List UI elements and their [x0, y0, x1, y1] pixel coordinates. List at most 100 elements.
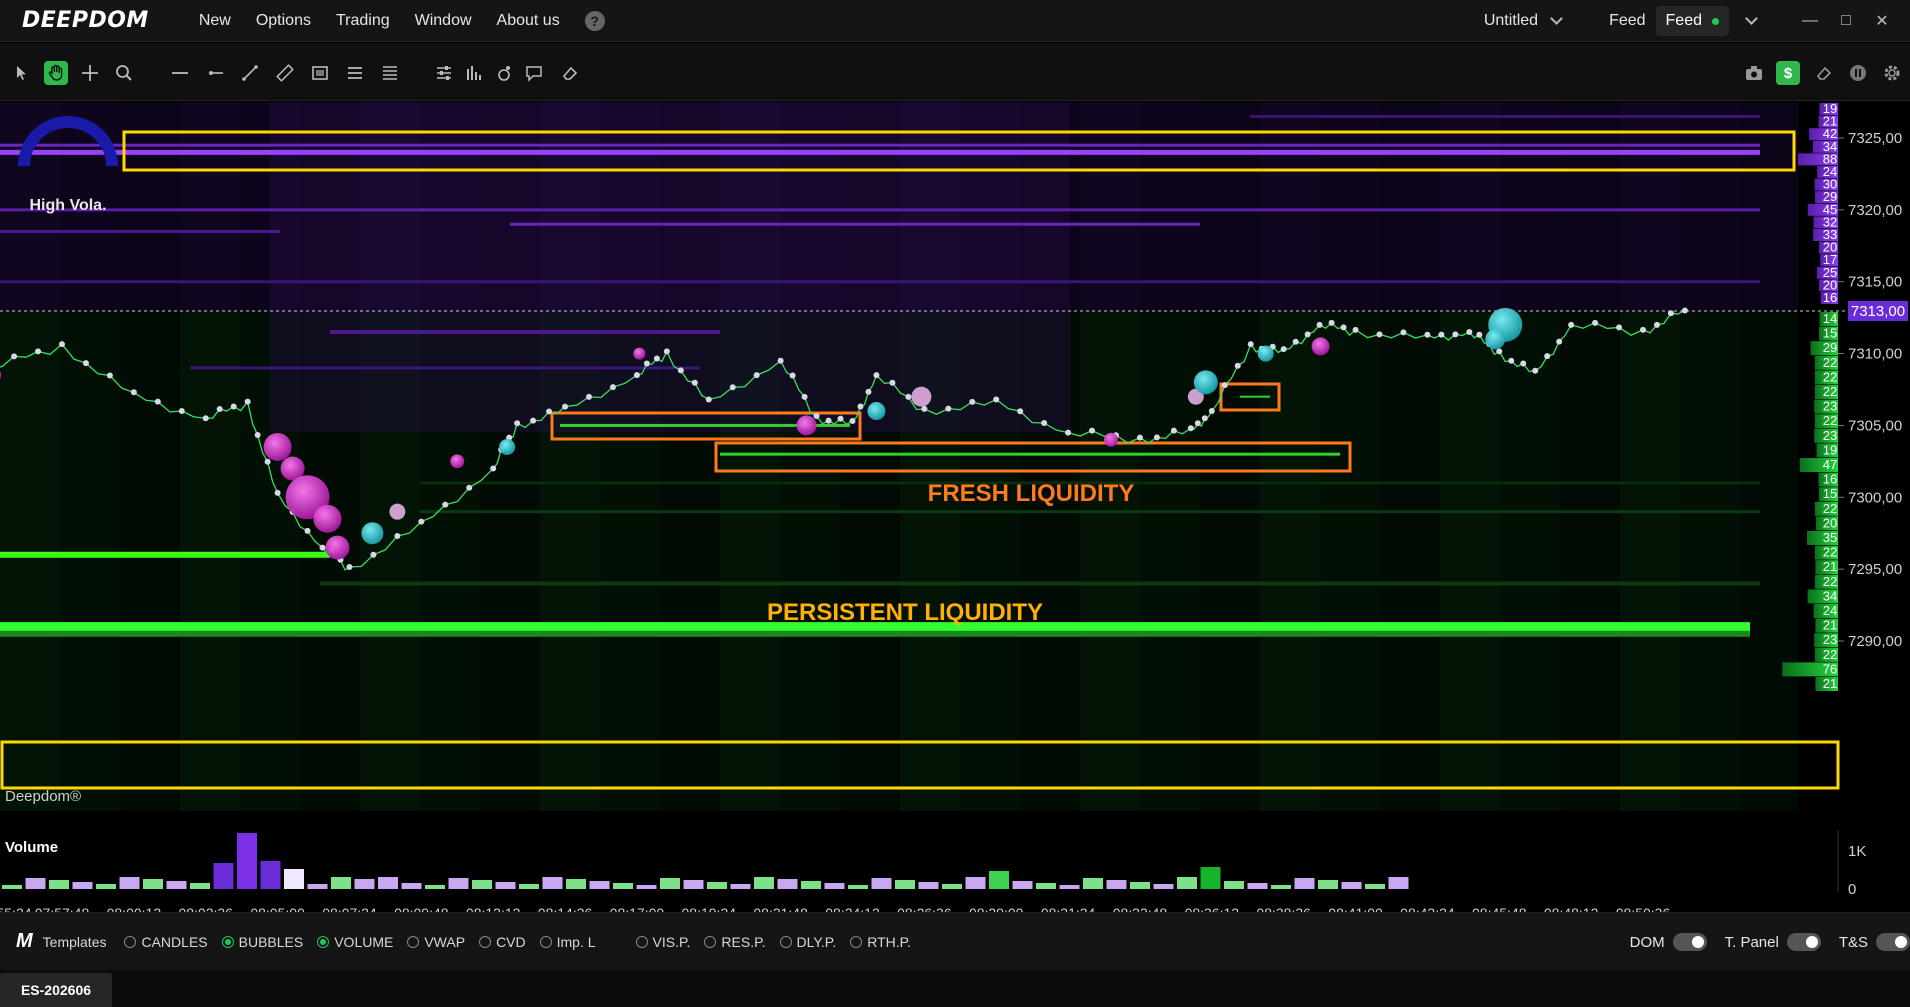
templates-label[interactable]: Templates	[43, 934, 107, 950]
toggle-switch[interactable]	[1786, 933, 1821, 951]
pause-icon[interactable]	[1846, 61, 1870, 85]
bid-size-label: 23	[1823, 399, 1837, 414]
eraser-icon[interactable]	[558, 61, 582, 85]
horizontal-line-icon[interactable]	[168, 61, 192, 85]
radio-icon	[635, 935, 648, 948]
toggle-t-and-s[interactable]: T&S	[1839, 933, 1910, 951]
radio-icon	[704, 935, 717, 948]
minimize-icon[interactable]: —	[1792, 0, 1828, 42]
volume-bar	[989, 871, 1009, 889]
volume-bar	[2, 885, 22, 889]
volume-bar	[143, 879, 163, 889]
trade-dot	[1170, 427, 1177, 434]
levels-icon[interactable]	[378, 61, 402, 85]
volume-bars-icon[interactable]	[462, 61, 486, 85]
bid-size-label: 16	[1823, 472, 1837, 487]
trade-dot	[546, 408, 553, 415]
eraser-all-icon[interactable]	[1812, 61, 1836, 85]
maximize-icon[interactable]: □	[1828, 0, 1864, 42]
trade-dot	[813, 413, 820, 420]
workspace-name[interactable]: Untitled	[1484, 12, 1538, 30]
rectangle-icon[interactable]	[308, 61, 332, 85]
ask-liquidity-line	[330, 330, 720, 335]
option-rth-p[interactable]: RTH.P.	[850, 934, 911, 950]
trade-dot	[1568, 321, 1575, 328]
price-tick-label: 7320,00	[1848, 202, 1902, 219]
bid-size-label: 22	[1823, 501, 1837, 516]
bid-column	[1560, 311, 1620, 811]
toggle-switch[interactable]	[1876, 933, 1910, 951]
drawing-toolbar: $	[0, 43, 1910, 101]
hand-pan-icon[interactable]	[44, 61, 68, 85]
buy-bubble	[361, 522, 384, 545]
bid-size-label: 22	[1823, 369, 1837, 384]
sell-bubble	[633, 347, 646, 360]
option-label: Imp. L	[556, 933, 596, 950]
menu-about-us[interactable]: About us	[497, 12, 560, 30]
option-vwap[interactable]: VWAP	[407, 934, 465, 950]
menu-trading[interactable]: Trading	[336, 12, 390, 30]
bid-column	[1500, 311, 1560, 811]
close-icon[interactable]: ✕	[1864, 0, 1900, 42]
price-range-icon[interactable]	[343, 61, 367, 85]
app-logo[interactable]: DEEPDOM	[22, 8, 149, 33]
volume-bar	[1153, 884, 1174, 889]
trade-dot	[59, 341, 65, 348]
menu-options[interactable]: Options	[256, 12, 311, 30]
option-label: CVD	[496, 933, 526, 950]
radio-icon	[539, 935, 552, 948]
heatmap-canvas[interactable]: High Vola. FRESH LIQUIDITY PERSISTENT LI…	[0, 102, 1910, 812]
chevron-down-icon[interactable]	[1745, 12, 1758, 25]
feed-label: Feed	[1609, 12, 1646, 29]
heatmap-chart[interactable]: High Vola. FRESH LIQUIDITY PERSISTENT LI…	[0, 102, 1910, 812]
toggle-dom[interactable]: DOM	[1630, 933, 1707, 951]
volume-bar	[1224, 881, 1244, 889]
feed-selector[interactable]: Feed	[1655, 6, 1729, 36]
option-candles[interactable]: CANDLES	[124, 933, 208, 950]
menu-new[interactable]: New	[199, 12, 231, 30]
price-tick-label: 7305,00	[1848, 417, 1902, 434]
volume-bar	[72, 882, 93, 889]
option-res-p[interactable]: RES.P.	[704, 934, 766, 950]
option-bubbles[interactable]: BUBBLES	[221, 934, 303, 950]
toggle-switch[interactable]	[1672, 933, 1707, 951]
trade-dot	[1681, 307, 1688, 314]
comment-icon[interactable]	[522, 61, 546, 85]
option-dly-p[interactable]: DLY.P.	[779, 934, 836, 950]
zoom-icon[interactable]	[112, 61, 136, 85]
option-imp-l[interactable]: Imp. L	[539, 933, 596, 950]
dollar-icon[interactable]: $	[1776, 61, 1800, 85]
ask-liquidity-line	[0, 143, 1760, 147]
settings-sliders-icon[interactable]	[432, 61, 456, 85]
menu-window[interactable]: Window	[415, 12, 472, 30]
help-icon[interactable]: ?	[584, 10, 605, 31]
volume-bar	[965, 877, 986, 889]
tab-es-202606[interactable]: ES-202606	[0, 973, 112, 1007]
camera-icon[interactable]	[1742, 61, 1766, 85]
trend-line-icon[interactable]	[238, 61, 262, 85]
deepdom-logo-icon: M	[16, 930, 33, 952]
volume-bar	[660, 878, 680, 889]
crosshair-icon[interactable]	[78, 61, 102, 85]
trade-dot	[753, 372, 760, 379]
deepdom-watermark: Deepdom®	[5, 788, 81, 805]
option-label: CANDLES	[141, 933, 208, 950]
buy-bubble	[1485, 329, 1506, 350]
trade-dot	[1424, 331, 1431, 338]
bid-column	[1080, 311, 1140, 811]
horizontal-ray-icon[interactable]	[203, 61, 227, 85]
option-vis-p[interactable]: VIS.P.	[635, 934, 690, 950]
pointer-icon[interactable]	[10, 61, 34, 85]
option-label: RTH.P.	[867, 933, 912, 950]
trade-dot	[1466, 329, 1473, 336]
bubble-tool-icon[interactable]	[492, 61, 516, 85]
toggle-t-panel[interactable]: T. Panel	[1725, 933, 1821, 951]
option-cvd[interactable]: CVD	[479, 934, 526, 950]
chevron-down-icon[interactable]	[1550, 12, 1563, 25]
option-volume[interactable]: VOLUME	[317, 934, 393, 950]
trade-dot	[1592, 319, 1599, 326]
trade-dot	[264, 458, 271, 465]
gear-icon[interactable]	[1880, 61, 1904, 85]
ruler-icon[interactable]	[273, 61, 297, 85]
volume-bar	[824, 883, 845, 889]
